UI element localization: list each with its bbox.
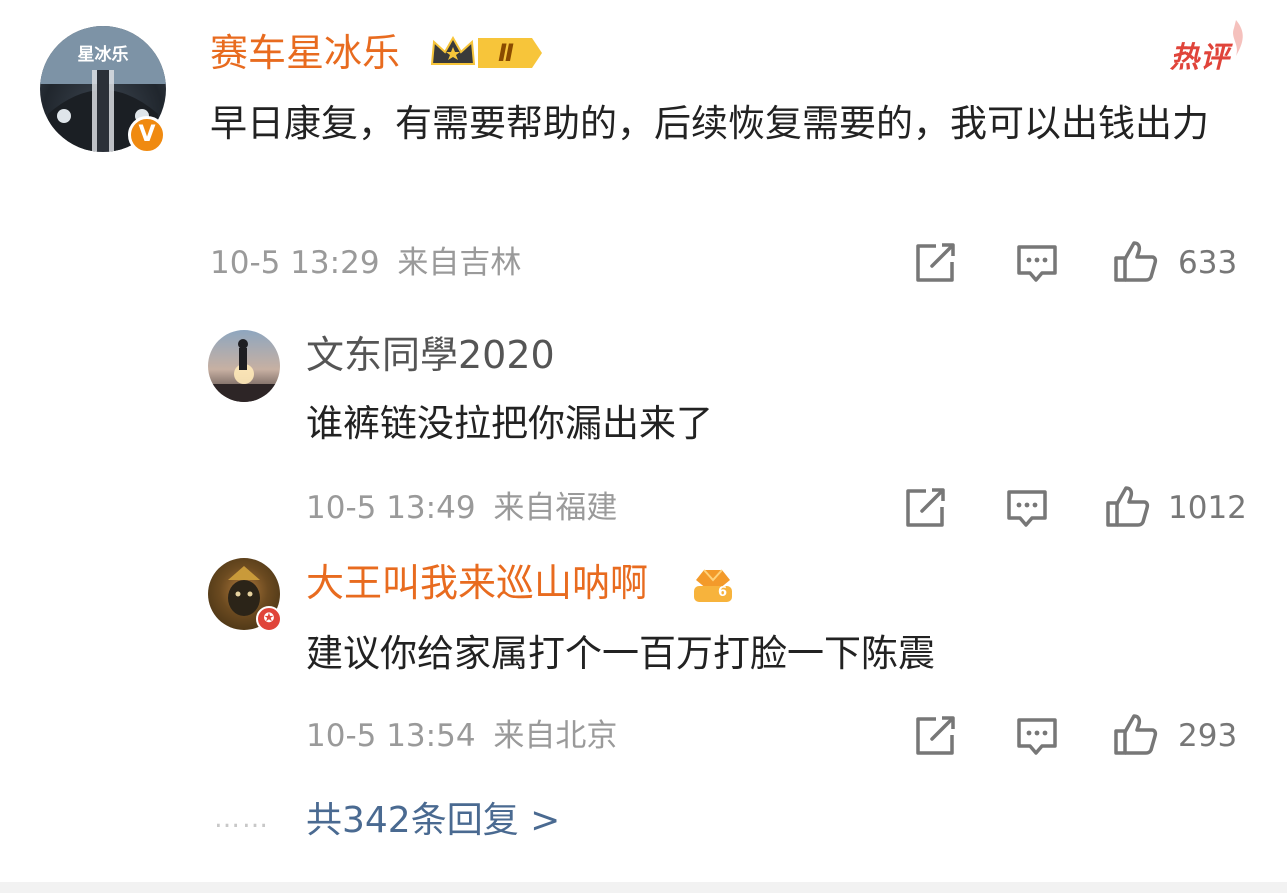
reply-username[interactable]: 大王叫我来巡山呐啊 [306,560,648,606]
diamond-level: 6 [718,585,728,600]
verified-badge-icon: ✪ [256,606,282,632]
hot-comment-badge: 热评 [1170,40,1231,74]
diamond-level-badge: 6 [690,560,736,606]
more-replies-link[interactable]: 共342条回复 > [306,798,560,844]
reply-location: 来自北京 [493,718,618,754]
like-icon [1114,714,1158,755]
reply-avatar[interactable] [208,330,280,402]
reply-time: 10-5 13:49 [306,490,476,526]
reply-text: 建议你给家属打个一百万打脸一下陈震 [306,632,935,675]
main-comment-timestamp: 10-5 13:29 来自吉林 [210,243,521,283]
like-count: 293 [1178,718,1238,754]
flame-icon [1222,18,1248,62]
reply-location: 来自福建 [493,490,618,526]
like-button[interactable] [1112,711,1158,761]
main-comment: 星冰乐 V 赛车星冰乐 Ⅱ 热评 早日康复，有需要帮助的，后续恢复需要的，我可以… [0,0,1287,300]
person-silhouette-icon [208,339,280,402]
reply-time: 10-5 13:54 [306,718,476,754]
reply-text: 谁裤链没拉把你漏出来了 [306,402,713,445]
crown-level: Ⅱ [498,39,514,67]
diamond-crown-icon [694,569,732,602]
like-icon [1114,241,1158,282]
comment-icon [1007,490,1047,527]
verified-badge-icon: V [128,116,166,154]
bottom-divider [0,882,1287,893]
comment-location: 来自吉林 [397,245,522,281]
like-icon [1106,486,1150,527]
reply-item: ✪ 大王叫我来巡山呐啊 6 建议你给家属打个一百万打脸一下陈震 10-5 13:… [0,540,1287,770]
more-replies-dots: …… [214,804,270,834]
avatar-overlay-text: 星冰乐 [77,45,129,65]
like-button[interactable] [1104,483,1150,533]
like-count: 633 [1178,245,1238,281]
reply-item: 文东同學2020 谁裤链没拉把你漏出来了 10-5 13:49 来自福建 101… [0,310,1287,540]
main-comment-username[interactable]: 赛车星冰乐 [210,30,400,76]
repost-button[interactable] [912,240,958,290]
repost-button[interactable] [902,485,948,535]
comment-button[interactable] [1004,485,1050,535]
comment-time: 10-5 13:29 [210,245,380,281]
like-button[interactable] [1112,238,1158,288]
comment-icon [1017,245,1057,282]
repost-icon [916,243,955,282]
repost-icon [906,488,945,527]
reply-timestamp: 10-5 13:54 来自北京 [306,716,617,756]
reply-username[interactable]: 文东同學2020 [306,332,555,378]
main-comment-text: 早日康复，有需要帮助的，后续恢复需要的，我可以出钱出力 [210,102,1209,145]
comment-button[interactable] [1014,713,1060,763]
comment-button[interactable] [1014,240,1060,290]
repost-button[interactable] [912,713,958,763]
like-count: 1012 [1168,490,1247,526]
member-crown-badge: Ⅱ [428,32,544,74]
repost-icon [916,716,955,755]
comment-icon [1017,718,1057,755]
reply-timestamp: 10-5 13:49 来自福建 [306,488,617,528]
